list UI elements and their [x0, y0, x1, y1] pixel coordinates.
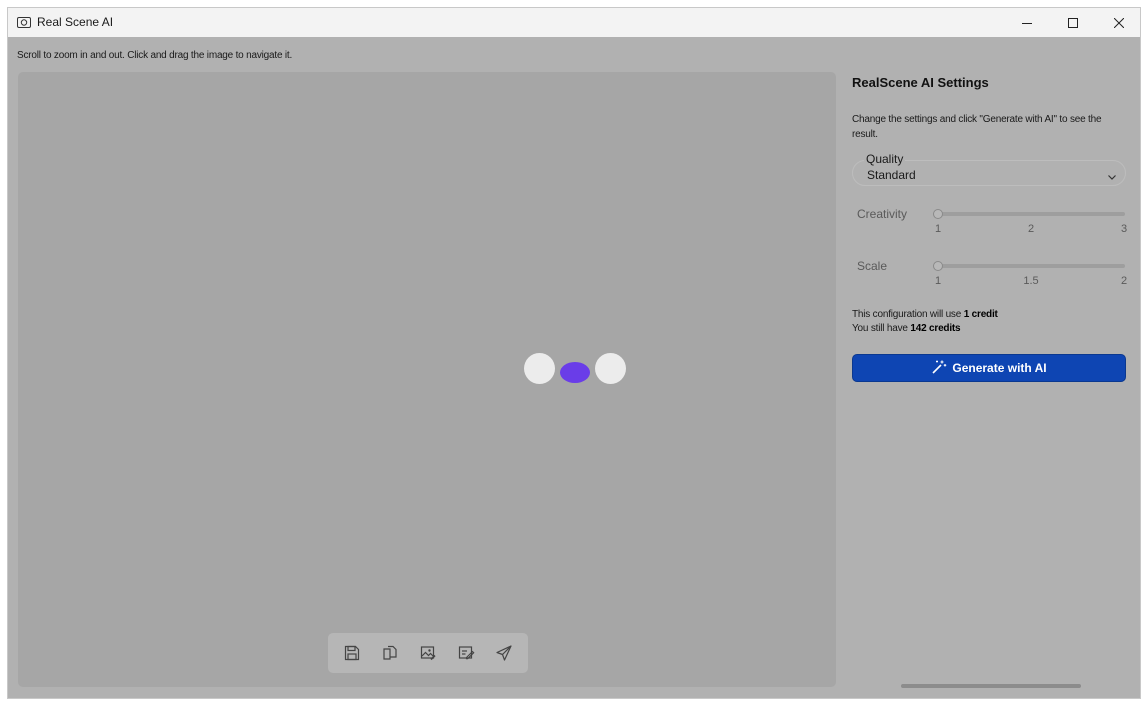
close-button[interactable]	[1096, 8, 1140, 37]
scale-tick: 1	[934, 275, 942, 287]
generate-button[interactable]: Generate with AI	[852, 354, 1126, 382]
credit-balance-text: You still have 142 credits	[852, 323, 961, 334]
scale-tick: 2	[1120, 275, 1128, 287]
scale-slider[interactable]	[933, 264, 1125, 268]
edit-document-button[interactable]	[454, 641, 478, 665]
app-window: Real Scene AI Scroll to zoom in and out.…	[7, 7, 1141, 699]
minimize-icon	[1022, 22, 1032, 24]
quality-label: Quality	[864, 152, 906, 166]
send-button[interactable]	[492, 641, 516, 665]
scale-slider-thumb[interactable]	[933, 261, 943, 271]
quality-value: Standard	[867, 168, 916, 182]
canvas-instructions: Scroll to zoom in and out. Click and dra…	[17, 50, 293, 61]
close-icon	[1114, 17, 1124, 28]
maximize-icon	[1068, 17, 1078, 28]
creativity-slider-thumb[interactable]	[933, 209, 943, 219]
quality-select[interactable]: Quality Standard	[852, 152, 1126, 187]
save-icon	[344, 645, 360, 661]
minimize-button[interactable]	[1004, 8, 1050, 37]
settings-description: Change the settings and click "Generate …	[852, 114, 1102, 140]
magic-wand-icon	[931, 359, 947, 378]
send-icon	[496, 645, 512, 661]
settings-title: RealScene AI Settings	[852, 75, 989, 90]
edit-image-button[interactable]	[416, 641, 440, 665]
credits-left: 142 credits	[910, 323, 961, 334]
image-canvas[interactable]	[18, 72, 836, 687]
edit-image-icon	[420, 646, 436, 661]
loader-dot	[560, 362, 590, 383]
panel-scrollbar[interactable]	[901, 684, 1081, 688]
creativity-tick: 3	[1120, 223, 1128, 235]
loader-dot	[524, 353, 555, 384]
save-button[interactable]	[340, 641, 364, 665]
creativity-slider[interactable]	[933, 212, 1125, 216]
creativity-label: Creativity	[857, 207, 908, 221]
loader-dot	[595, 353, 626, 384]
maximize-button[interactable]	[1050, 8, 1096, 37]
image-toolbar	[328, 633, 528, 673]
settings-panel: RealScene AI Settings Change the setting…	[851, 37, 1140, 698]
copy-icon	[383, 645, 397, 660]
creativity-tick: 2	[1027, 223, 1035, 235]
creativity-tick: 1	[934, 223, 942, 235]
credits-used: 1 credit	[963, 309, 998, 320]
scale-label: Scale	[857, 259, 888, 273]
copy-button[interactable]	[378, 641, 402, 665]
credit-usage-text: This configuration will use 1 credit	[852, 309, 998, 320]
window-title: Real Scene AI	[37, 15, 114, 29]
edit-document-icon	[458, 646, 475, 660]
camera-icon	[17, 15, 31, 28]
title-bar[interactable]: Real Scene AI	[8, 8, 1140, 37]
main-content: Scroll to zoom in and out. Click and dra…	[8, 37, 1140, 698]
scale-tick: 1.5	[1023, 275, 1039, 287]
generate-label: Generate with AI	[952, 361, 1047, 375]
chevron-down-icon	[1107, 169, 1117, 187]
loading-indicator	[524, 353, 626, 385]
